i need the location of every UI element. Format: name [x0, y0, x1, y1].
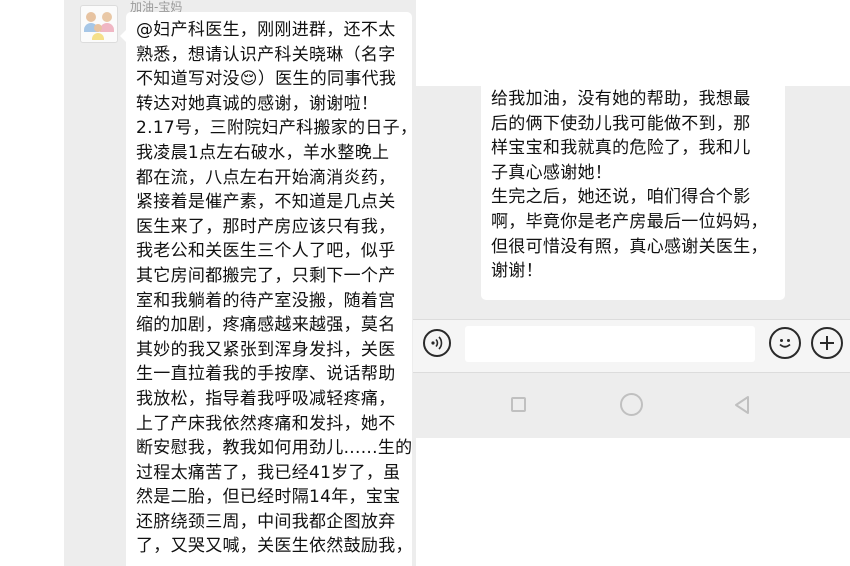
left-message-line: 其它房间都搬完了，只剩下一个产 — [136, 265, 396, 286]
left-chat-panel: 加油-宝妈 @妇产科医生，刚刚进群，还不太 熟悉，想请认识产科关晓琳（名字 不知道写… — [64, 0, 416, 566]
right-message-line: 啊，毕竟你是老产房最后一位妈妈， — [491, 211, 768, 232]
right-message-line: 样宝宝和我就真的危险了，我和儿 — [491, 138, 751, 159]
left-message-line: 生一直拉着我的手按摩、说话帮助 — [136, 364, 396, 385]
back-icon[interactable] — [733, 395, 751, 415]
voice-input-button[interactable] — [423, 329, 451, 357]
left-message-line: 室和我躺着的待产室没搬，随着宫 — [136, 290, 396, 311]
right-message-line: 生完之后，她还说，咱们得合个影 — [491, 187, 751, 208]
right-message-line: 谢谢！ — [491, 261, 543, 282]
left-message-line: 我凌晨1点左右破水，羊水整晚上 — [136, 142, 390, 163]
left-message-line: 还脐绕颈三周，中间我都企图放弃 — [136, 511, 396, 532]
emoji-button[interactable] — [769, 327, 801, 359]
left-message-line: 紧接着是催产素，不知道是几点关 — [136, 192, 396, 213]
recent-apps-icon[interactable] — [511, 397, 526, 412]
plus-icon — [820, 336, 834, 350]
left-message-line: 都在流，八点左右开始滴消炎药， — [136, 167, 396, 188]
left-message-line: 然是二胎，但已经时隔14年，宝宝 — [136, 487, 401, 508]
more-options-button[interactable] — [811, 327, 843, 359]
smiley-icon — [779, 339, 791, 348]
message-text-input[interactable] — [465, 326, 755, 362]
left-message-line: 不知道写对没😌）医生的同事代我 — [136, 69, 397, 90]
right-message-line: 给我加油，没有她的帮助，我想最 — [491, 89, 751, 109]
right-message-line: 后的俩下使劲儿我可能做不到，那 — [491, 113, 751, 134]
sender-avatar[interactable] — [80, 5, 118, 43]
left-message-line: 熟悉，想请认识产科关晓琳（名字 — [136, 44, 396, 65]
left-message-line: 其妙的我又紧张到浑身发抖，关医 — [136, 339, 396, 360]
home-icon[interactable] — [620, 393, 643, 416]
voice-icon — [431, 336, 443, 350]
right-message-line: 但很可惜没有照，真心感谢关医生， — [491, 236, 768, 257]
right-message-text: 给我加油，没有她的帮助，我想最 后的俩下使劲儿我可能做不到，那 样宝宝和我就真的危险… — [491, 87, 785, 284]
right-chat-panel: 给我加油，没有她的帮助，我想最 后的俩下使劲儿我可能做不到，那 样宝宝和我就真的危险… — [413, 86, 850, 438]
left-message-line: 2.17号，三附院妇产科搬家的日子， — [136, 118, 416, 139]
left-message-bubble[interactable]: @妇产科医生，刚刚进群，还不太 熟悉，想请认识产科关晓琳（名字 不知道写对没😌）医生… — [120, 12, 416, 566]
message-input-bar — [413, 319, 850, 373]
left-message-line: 转达对她真诚的感谢，谢谢啦！ — [136, 93, 379, 114]
left-message-line: 上了产床我依然疼痛和发抖，她不 — [136, 413, 396, 434]
left-message-line: 断安慰我，教我如何用劲儿......生的 — [136, 438, 413, 459]
system-navigation-bar — [413, 373, 850, 438]
left-message-line: 过程太痛苦了，我已经41岁了，虽 — [136, 462, 401, 483]
left-message-text: @妇产科医生，刚刚进群，还不太 熟悉，想请认识产科关晓琳（名字 不知道写对没😌）医生… — [136, 18, 416, 559]
left-message-line: 我老公和关医生三个人了吧，似乎 — [136, 241, 396, 262]
left-message-line: @妇产科医生，刚刚进群，还不太 — [136, 20, 396, 40]
left-message-line: 我放松，指导着我呼吸减轻疼痛， — [136, 388, 396, 409]
right-message-bubble[interactable]: 给我加油，没有她的帮助，我想最 后的俩下使劲儿我可能做不到，那 样宝宝和我就真的危险… — [481, 86, 785, 300]
left-message-line: 了，又哭又喊，关医生依然鼓励我， — [136, 536, 413, 557]
left-message-line: 医生来了，那时产房应该只有我， — [136, 216, 396, 237]
right-message-line: 子真心感谢她！ — [491, 162, 613, 183]
left-message-line: 缩的加剧，疼痛感越来越强，莫名 — [136, 315, 396, 336]
